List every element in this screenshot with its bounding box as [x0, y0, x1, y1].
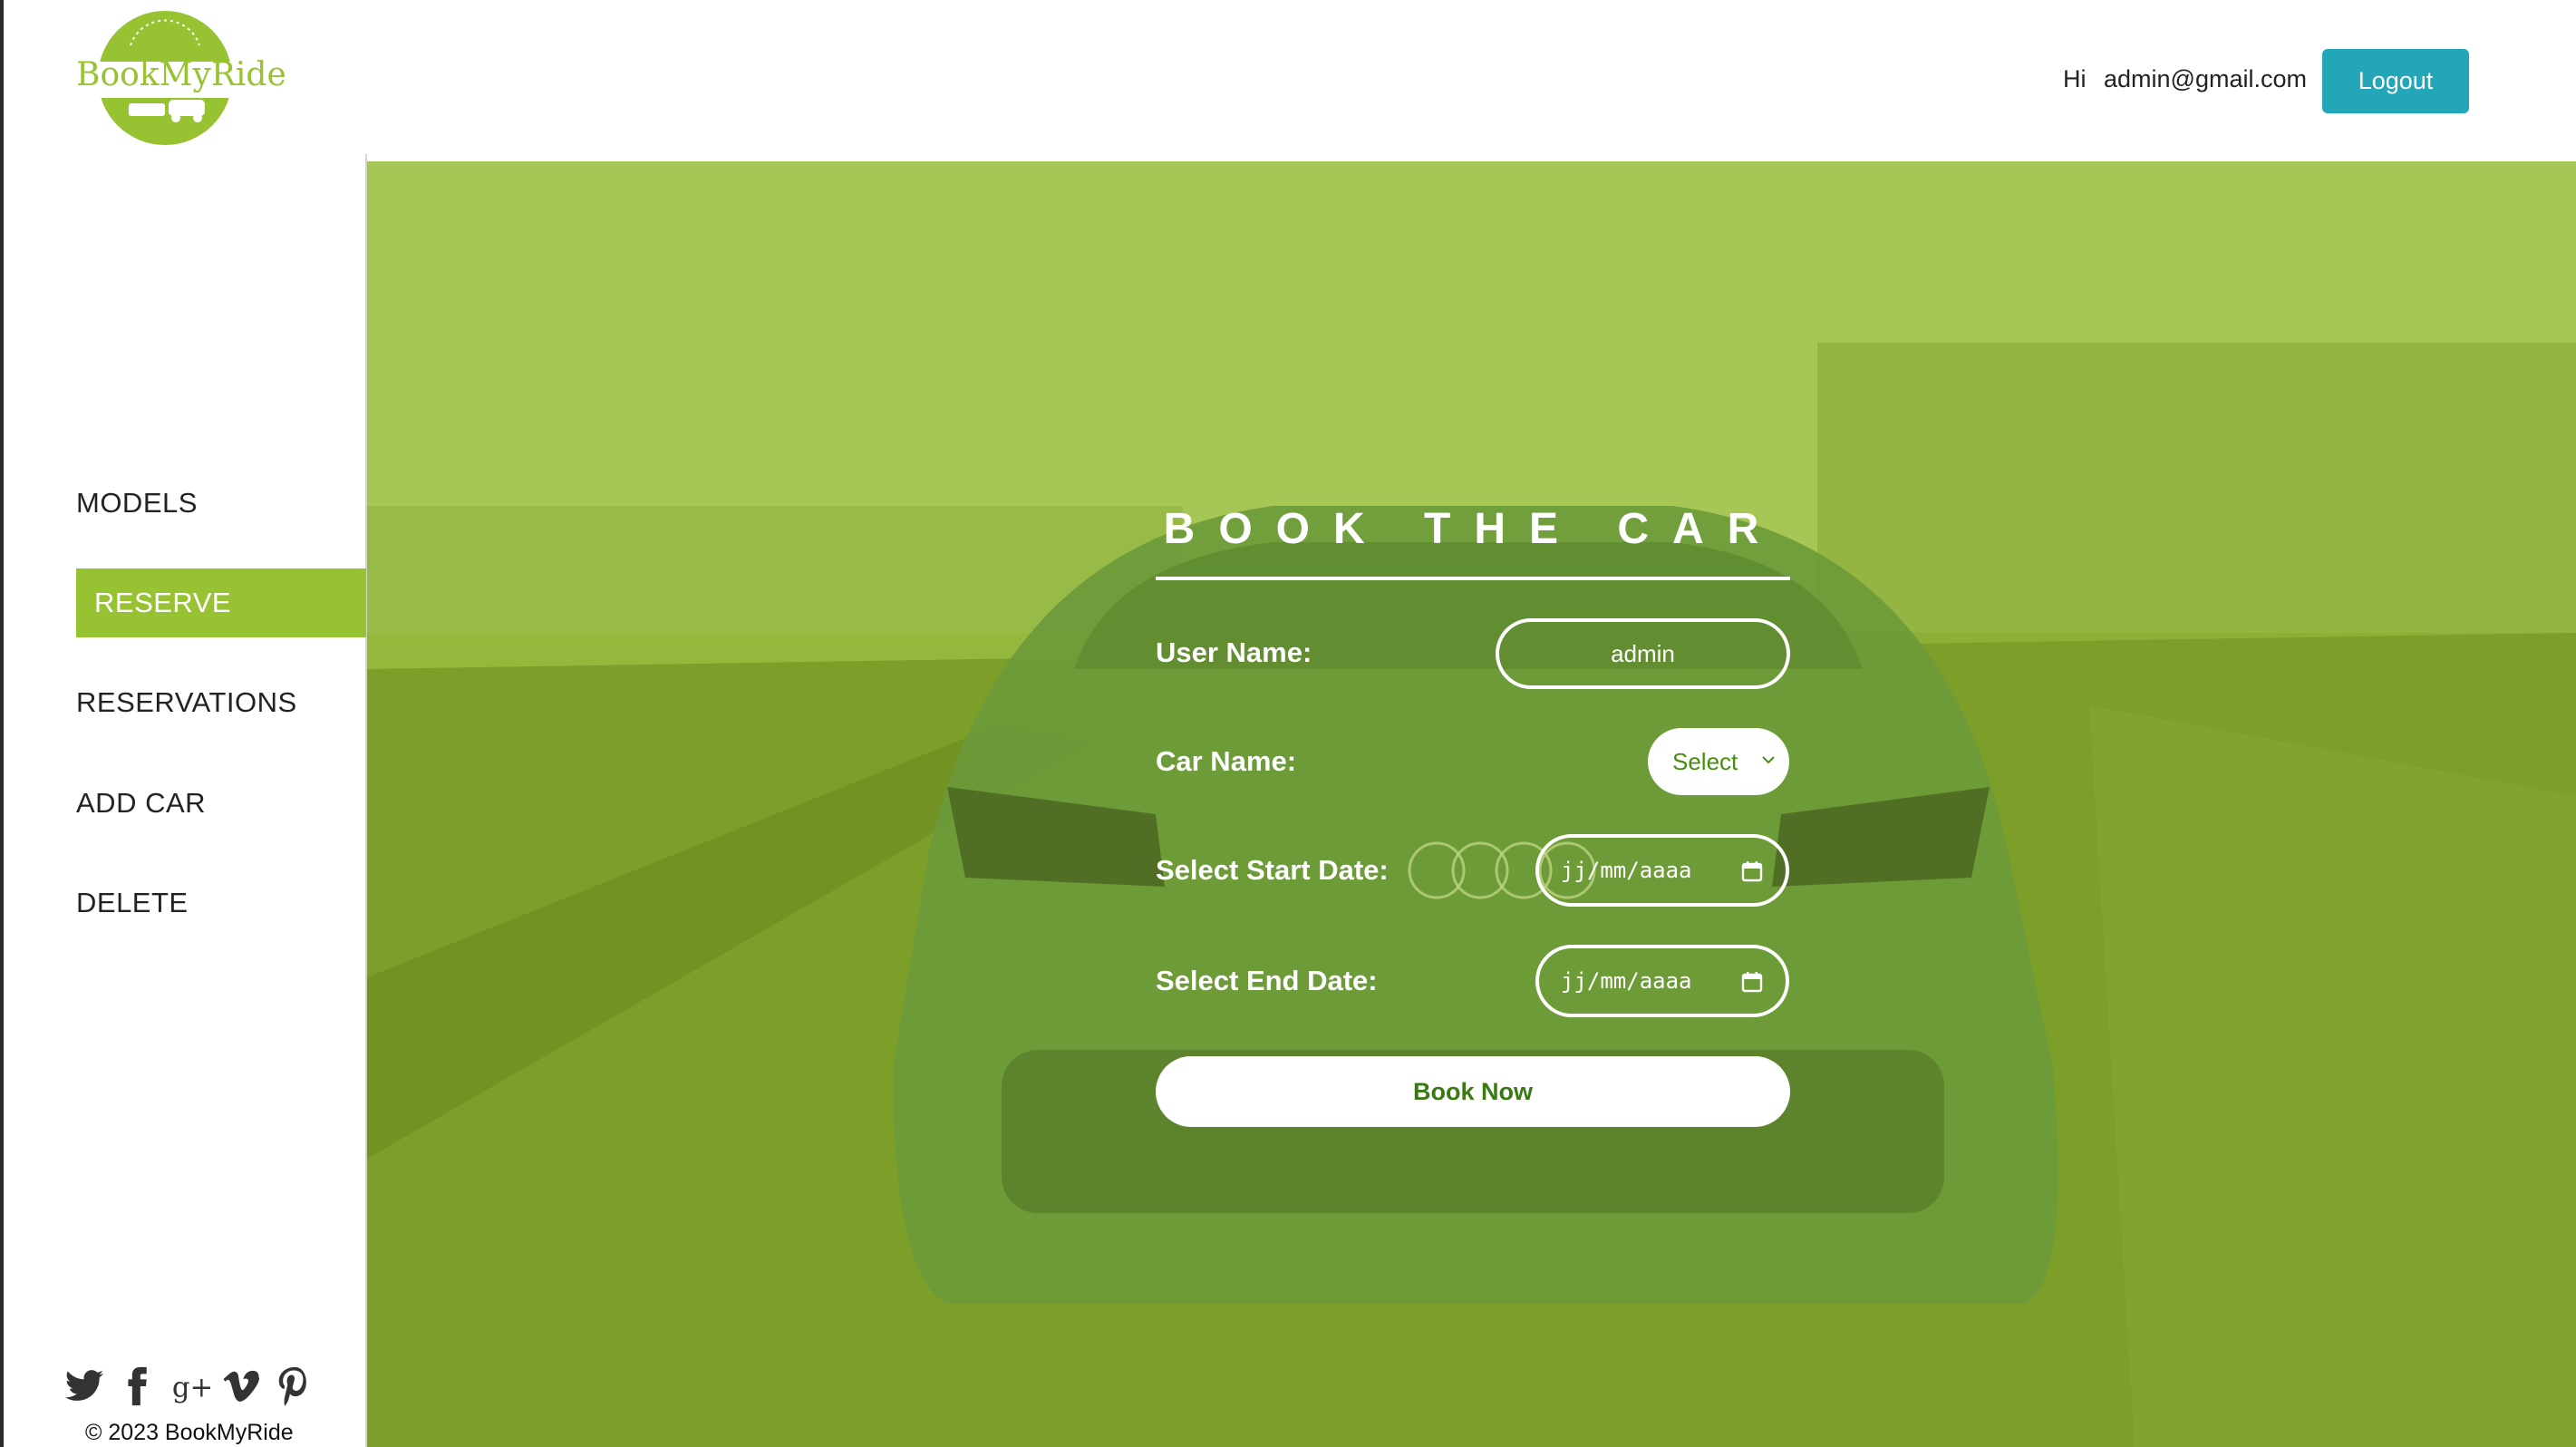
social-links: g+: [63, 1364, 315, 1409]
logo[interactable]: BookMyRide: [74, 9, 286, 147]
end-date-label: Select End Date:: [1156, 965, 1378, 996]
vimeo-icon[interactable]: [221, 1364, 263, 1409]
pinterest-icon[interactable]: [274, 1364, 315, 1409]
greeting-text: Hi: [2063, 65, 2087, 92]
car-select-value: Select: [1672, 747, 1738, 775]
sidebar-item-reserve[interactable]: RESERVE: [76, 568, 366, 637]
sidebar-item-delete[interactable]: DELETE: [76, 869, 366, 937]
facebook-icon[interactable]: [116, 1364, 158, 1409]
svg-text:g+: g+: [172, 1373, 210, 1404]
copyright-text: © 2023 BookMyRide: [85, 1420, 294, 1445]
user-greeting: Hi admin@gmail.com: [2063, 65, 2307, 93]
twitter-icon[interactable]: [63, 1364, 105, 1409]
car-name-select[interactable]: Select: [1648, 728, 1789, 795]
logout-button[interactable]: Logout: [2322, 49, 2469, 113]
car-background-image: [367, 161, 2576, 1447]
user-email: admin@gmail.com: [2104, 65, 2307, 92]
google-plus-icon[interactable]: g+: [169, 1364, 210, 1409]
calendar-icon[interactable]: [1740, 859, 1764, 883]
start-date-label: Select Start Date:: [1156, 854, 1389, 886]
book-now-button[interactable]: Book Now: [1156, 1056, 1790, 1127]
user-name-label: User Name:: [1156, 636, 1312, 668]
end-date-input[interactable]: jj/mm/aaaa: [1535, 945, 1789, 1017]
car-name-label: Car Name:: [1156, 745, 1297, 777]
sidebar-item-models[interactable]: MODELS: [76, 469, 366, 538]
user-name-input[interactable]: admin: [1496, 618, 1790, 689]
sidebar-item-reservations[interactable]: RESERVATIONS: [76, 668, 366, 737]
calendar-icon[interactable]: [1740, 970, 1764, 994]
start-date-placeholder: jj/mm/aaaa: [1561, 858, 1692, 883]
start-date-input[interactable]: jj/mm/aaaa: [1535, 834, 1789, 907]
form-title: BOOK THE CAR: [1163, 505, 1783, 553]
sidebar-item-add-car[interactable]: ADD CAR: [76, 769, 366, 838]
logo-text: BookMyRide: [76, 56, 286, 93]
chevron-down-icon: [1762, 756, 1775, 764]
form-title-underline: [1156, 577, 1790, 580]
hero-background: [367, 161, 2576, 1447]
end-date-placeholder: jj/mm/aaaa: [1561, 968, 1692, 994]
